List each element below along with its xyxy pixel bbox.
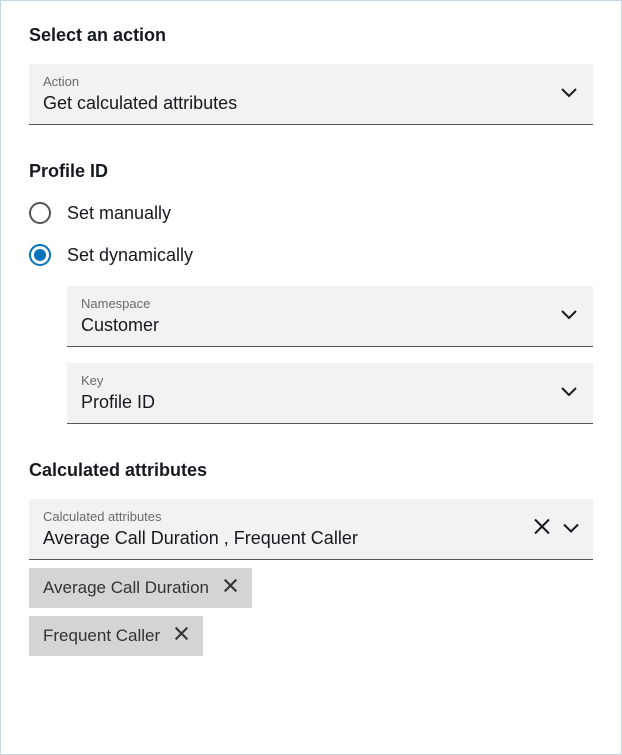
- radio-icon-selected: [29, 244, 51, 266]
- radio-dot-icon: [34, 249, 46, 261]
- calculated-attributes-section: Calculated attributes Calculated attribu…: [29, 460, 593, 656]
- chip-label: Average Call Duration: [43, 578, 209, 598]
- key-label: Key: [81, 373, 579, 388]
- action-section-title: Select an action: [29, 25, 593, 46]
- profile-id-radio-group: Set manually Set dynamically Namespace C…: [29, 202, 593, 424]
- calculated-attributes-title: Calculated attributes: [29, 460, 593, 481]
- radio-set-dynamically[interactable]: Set dynamically: [29, 244, 593, 266]
- key-value: Profile ID: [81, 392, 579, 413]
- namespace-value: Customer: [81, 315, 579, 336]
- calc-dropdown-value: Average Call Duration , Frequent Caller: [43, 528, 579, 549]
- radio-label-dynamic: Set dynamically: [67, 245, 193, 266]
- config-panel: Select an action Action Get calculated a…: [0, 0, 622, 755]
- action-dropdown-label: Action: [43, 74, 579, 89]
- remove-chip-icon[interactable]: [174, 626, 189, 646]
- dynamic-sub-dropdowns: Namespace Customer Key Profile ID: [67, 286, 593, 424]
- radio-set-manually[interactable]: Set manually: [29, 202, 593, 224]
- chevron-down-icon: [561, 384, 577, 402]
- namespace-label: Namespace: [81, 296, 579, 311]
- action-dropdown-value: Get calculated attributes: [43, 93, 579, 114]
- profile-id-title: Profile ID: [29, 161, 593, 182]
- profile-id-section: Profile ID Set manually Set dynamically …: [29, 161, 593, 424]
- key-dropdown[interactable]: Key Profile ID: [67, 363, 593, 424]
- clear-icon[interactable]: [533, 518, 551, 541]
- selected-chips: Average Call Duration Frequent Caller: [29, 560, 593, 656]
- chip-frequent-caller: Frequent Caller: [29, 616, 203, 656]
- remove-chip-icon[interactable]: [223, 578, 238, 598]
- calc-dropdown-label: Calculated attributes: [43, 509, 579, 524]
- calculated-attributes-dropdown[interactable]: Calculated attributes Average Call Durat…: [29, 499, 593, 560]
- action-dropdown[interactable]: Action Get calculated attributes: [29, 64, 593, 125]
- chevron-down-icon[interactable]: [563, 520, 579, 538]
- namespace-dropdown[interactable]: Namespace Customer: [67, 286, 593, 347]
- chevron-down-icon: [561, 85, 577, 103]
- radio-label-manual: Set manually: [67, 203, 171, 224]
- calc-dropdown-icons: [533, 518, 579, 541]
- action-section: Select an action Action Get calculated a…: [29, 25, 593, 125]
- chip-average-call-duration: Average Call Duration: [29, 568, 252, 608]
- chip-label: Frequent Caller: [43, 626, 160, 646]
- chevron-down-icon: [561, 307, 577, 325]
- radio-icon: [29, 202, 51, 224]
